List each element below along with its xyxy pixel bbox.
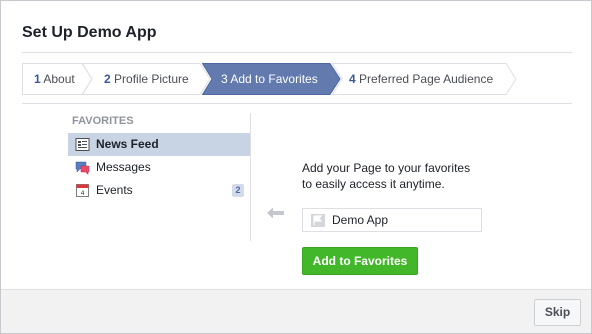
app-preview-row: Demo App bbox=[302, 208, 482, 232]
events-count-badge: 2 bbox=[232, 184, 244, 197]
news-feed-icon bbox=[75, 138, 90, 151]
dialog-footer: Skip bbox=[1, 289, 591, 333]
step-about[interactable]: 1 About bbox=[22, 63, 93, 95]
favorites-item-news-feed[interactable]: News Feed bbox=[68, 133, 250, 156]
step-label: Add to Favorites bbox=[230, 72, 318, 86]
favorites-item-label: Messages bbox=[96, 160, 151, 174]
events-icon: 4 bbox=[76, 184, 89, 197]
page-flag-icon bbox=[311, 214, 325, 227]
step-tracker: 1 About 2 Profile Picture 3 Add to Favor… bbox=[22, 63, 572, 95]
favorites-item-events[interactable]: 4 Events 2 bbox=[68, 179, 250, 202]
favorites-description: Add your Page to your favorites to easil… bbox=[302, 160, 522, 192]
favorites-panel: FAVORITES News Feed Messages 4 Events 2 bbox=[68, 113, 251, 241]
dialog-title: Set Up Demo App bbox=[22, 24, 157, 41]
step-preferred-page-audience[interactable]: 4 Preferred Page Audience bbox=[332, 63, 518, 95]
app-name: Demo App bbox=[332, 213, 389, 227]
step-number: 4 bbox=[349, 72, 356, 86]
content-divider bbox=[22, 103, 572, 104]
dialog-header: Set Up Demo App bbox=[22, 23, 572, 53]
step-number: 1 bbox=[34, 72, 41, 86]
add-to-favorites-button[interactable]: Add to Favorites bbox=[302, 247, 418, 275]
step-profile-picture[interactable]: 2 Profile Picture bbox=[82, 63, 211, 95]
setup-dialog: Set Up Demo App 1 About 2 Profile Pictur… bbox=[0, 0, 592, 334]
favorites-header: FAVORITES bbox=[72, 115, 134, 127]
svg-text:4: 4 bbox=[81, 190, 85, 197]
messages-icon bbox=[75, 161, 90, 175]
description-line-2: to easily access it anytime. bbox=[302, 177, 445, 191]
step-label: Profile Picture bbox=[114, 72, 189, 86]
favorites-item-label: News Feed bbox=[96, 137, 159, 151]
favorites-item-messages[interactable]: Messages bbox=[68, 156, 250, 179]
step-add-to-favorites[interactable]: 3 Add to Favorites bbox=[202, 63, 341, 95]
step-label: Preferred Page Audience bbox=[359, 72, 494, 86]
favorites-item-label: Events bbox=[96, 183, 133, 197]
step-number: 3 bbox=[221, 72, 228, 86]
description-line-1: Add your Page to your favorites bbox=[302, 161, 471, 175]
step-number: 2 bbox=[104, 72, 111, 86]
arrow-left-icon bbox=[267, 207, 284, 219]
skip-button[interactable]: Skip bbox=[534, 299, 581, 326]
step-label: About bbox=[43, 72, 75, 86]
